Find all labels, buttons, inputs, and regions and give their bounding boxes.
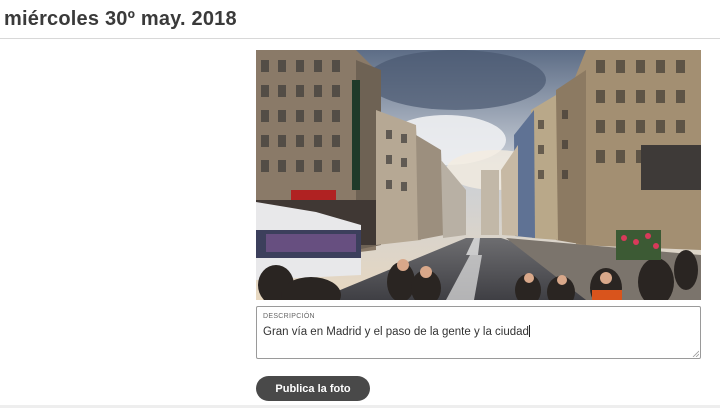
- resize-grip-icon[interactable]: [692, 350, 699, 357]
- page: miércoles 30º may. 2018 DESCRIPCIÓN Gran…: [0, 0, 720, 408]
- description-text: Gran vía en Madrid y el paso de la gente…: [263, 326, 529, 338]
- date-header: miércoles 30º may. 2018: [0, 0, 720, 39]
- description-label: DESCRIPCIÓN: [263, 313, 315, 320]
- description-field[interactable]: DESCRIPCIÓN Gran vía en Madrid y el paso…: [256, 306, 701, 359]
- page-title: miércoles 30º may. 2018: [4, 8, 237, 30]
- publish-button[interactable]: Publica la foto: [256, 376, 370, 401]
- street-photo: [256, 50, 701, 300]
- description-input[interactable]: Gran vía en Madrid y el paso de la gente…: [263, 325, 693, 338]
- text-caret: [528, 325, 530, 337]
- street-photo-image: [256, 50, 701, 300]
